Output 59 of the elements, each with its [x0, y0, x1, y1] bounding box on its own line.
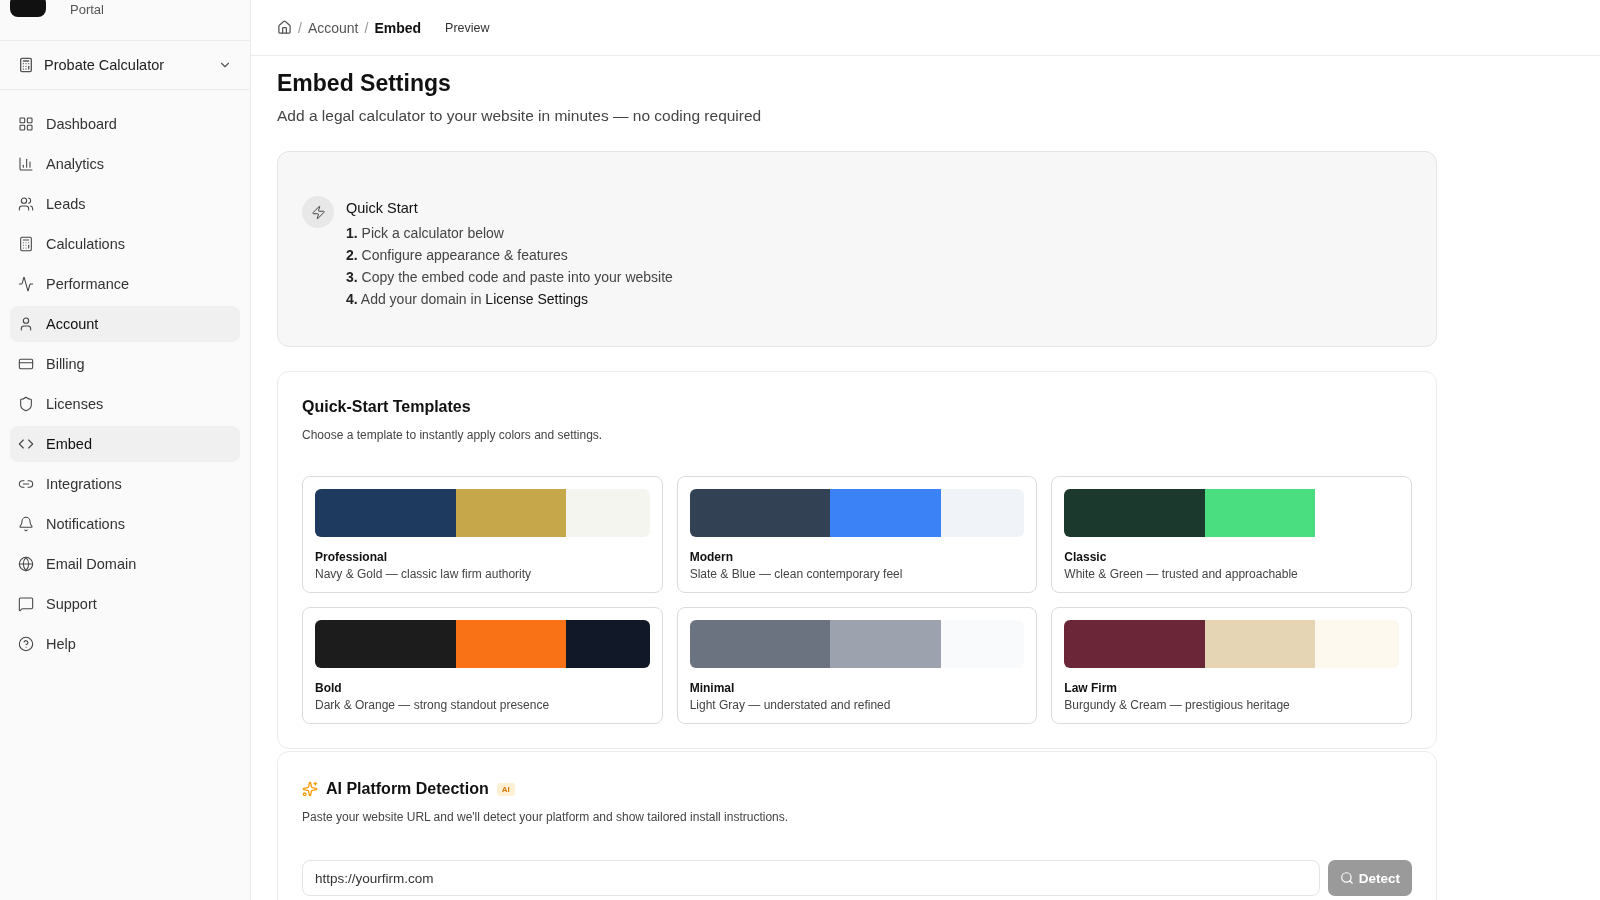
- home-icon[interactable]: [277, 20, 292, 35]
- sidebar-item[interactable]: Dashboard: [10, 106, 240, 142]
- sidebar-item[interactable]: Account: [10, 306, 240, 342]
- bell-icon: [18, 516, 34, 532]
- sidebar-item[interactable]: Calculations: [10, 226, 240, 262]
- step-text: 1. Pick a calculator below: [346, 224, 505, 243]
- sidebar-item[interactable]: Support: [10, 586, 240, 622]
- sidebar-item[interactable]: Licenses: [10, 386, 240, 422]
- template-card[interactable]: Law Firm Burgundy & Cream — prestigious heritage: [1051, 607, 1412, 724]
- sidebar-item[interactable]: Notifications: [10, 506, 240, 542]
- sidebar-item[interactable]: Performance: [10, 266, 240, 302]
- page-title: Embed Settings: [277, 70, 452, 97]
- search-icon: [1339, 871, 1354, 885]
- user-icon: [18, 316, 34, 332]
- page-subtitle: Add a legal calculator to your website in minutes — no coding required: [277, 107, 763, 125]
- preview-button[interactable]: Preview: [445, 20, 490, 35]
- sidebar-item[interactable]: Embed: [10, 426, 240, 462]
- ai-badge: AI: [496, 782, 515, 796]
- section-subtitle: Choose a template to instantly apply colors and settings.: [302, 428, 604, 442]
- calculator-select[interactable]: Probate Calculator: [10, 53, 240, 77]
- credit-card-icon: [18, 356, 34, 372]
- sparkle-icon: [302, 781, 318, 797]
- step-text: 3. Copy the embed code and paste into your website: [346, 268, 673, 287]
- template-card[interactable]: Classic White & Green — trusted and approachable: [1051, 476, 1412, 593]
- pulse-icon: [18, 276, 34, 292]
- breadcrumb-link[interactable]: Account: [307, 19, 359, 36]
- template-card[interactable]: Modern Slate & Blue — clean contemporary feel: [676, 476, 1038, 593]
- message-icon: [18, 596, 34, 612]
- shield-icon: [18, 396, 34, 412]
- section-subtitle: Paste your website URL and we'll detect your platform and show tailored install instructions.: [302, 810, 790, 824]
- calculator-icon: [18, 236, 34, 252]
- globe-icon: [18, 556, 34, 572]
- sidebar-item[interactable]: Leads: [10, 186, 240, 222]
- step-text: 4. Add your domain in License Settings: [346, 290, 590, 309]
- step-text: 2. Configure appearance & features: [346, 246, 569, 265]
- breadcrumb-separator: /: [298, 19, 302, 36]
- section-title: AI Platform Detection: [326, 780, 489, 798]
- help-icon: [18, 636, 34, 652]
- sidebar-item[interactable]: Billing: [10, 346, 240, 382]
- bar-chart-icon: [18, 156, 34, 172]
- sidebar-item[interactable]: Help: [10, 626, 240, 662]
- template-card[interactable]: Bold Dark & Orange — strong standout presence: [302, 607, 663, 724]
- logo-icon: [10, 0, 46, 17]
- users-icon: [18, 196, 34, 212]
- grid-icon: [18, 116, 34, 132]
- sidebar-item[interactable]: Email Domain: [10, 546, 240, 582]
- section-title: Quick-Start Templates: [302, 398, 472, 416]
- sidebar-item[interactable]: Integrations: [10, 466, 240, 502]
- calculator-icon: [18, 57, 34, 73]
- breadcrumb-separator: /: [364, 19, 369, 36]
- lightning-icon: [302, 196, 334, 228]
- brand-name: Portal: [70, 2, 104, 18]
- code-icon: [18, 436, 34, 452]
- url-input-field[interactable]: https://yourfirm.com: [302, 860, 1320, 896]
- sidebar-item[interactable]: Analytics: [10, 146, 240, 182]
- breadcrumb-link[interactable]: Embed: [374, 19, 422, 36]
- template-card[interactable]: Minimal Light Gray — understated and refined: [676, 607, 1038, 724]
- quick-start-title: Quick Start: [346, 200, 419, 216]
- template-card[interactable]: Professional Navy & Gold — classic law firm authority: [302, 476, 663, 593]
